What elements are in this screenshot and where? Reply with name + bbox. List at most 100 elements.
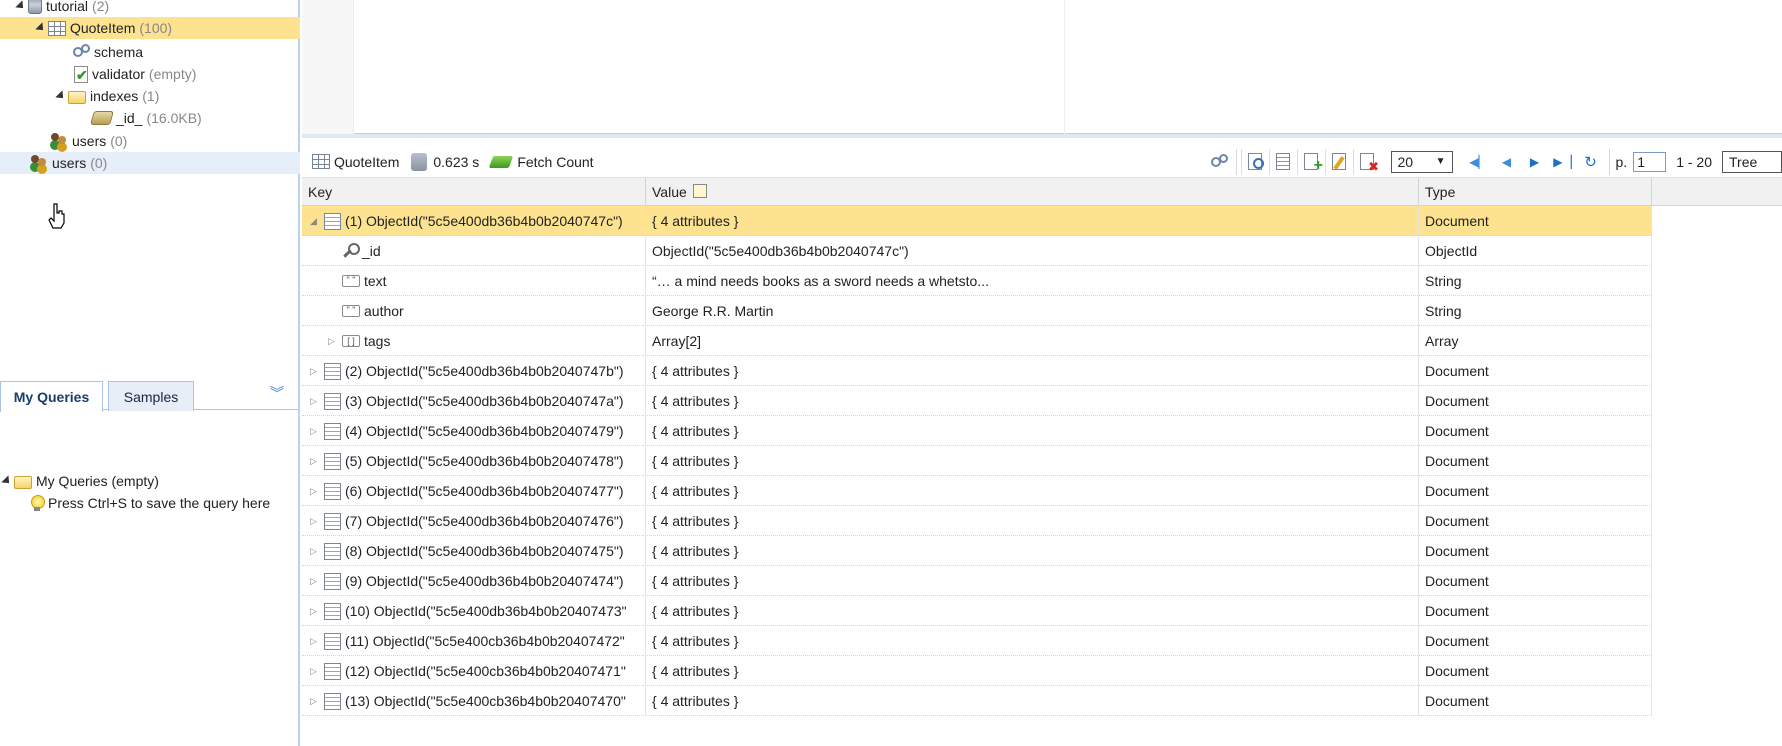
last-page-button[interactable]: ▶▕ (1549, 151, 1577, 173)
add-document-button[interactable] (1296, 148, 1325, 175)
validator-label: validator (92, 66, 145, 82)
edit-document-button[interactable] (1324, 148, 1353, 175)
expand-toggle-icon[interactable] (34, 22, 46, 34)
delete-document-icon (1360, 153, 1379, 175)
column-header-type[interactable]: Type (1419, 178, 1652, 206)
table-row[interactable]: ▷ (8) ObjectId("5c5e400db36b4b0b20407475"… (302, 536, 1652, 566)
first-page-button[interactable]: ◀▏ (1465, 151, 1493, 173)
table-row[interactable]: " " author George R.R. Martin String (302, 296, 1652, 326)
users-count: (0) (90, 155, 108, 171)
tree-users-outer[interactable]: users (0) (0, 152, 300, 174)
document-icon (324, 602, 341, 620)
tab-my-queries[interactable]: My Queries (0, 381, 103, 412)
expand-toggle-icon[interactable]: ▷ (310, 666, 324, 677)
cell-type: Document (1425, 423, 1489, 439)
expand-toggle-icon[interactable] (14, 0, 26, 12)
expand-toggle-icon[interactable]: ▷ (310, 636, 324, 647)
document-icon (324, 662, 341, 680)
cell-type: Document (1425, 573, 1489, 589)
table-row[interactable]: ▷[ ] tags Array[2] Array (302, 326, 1652, 356)
tree-collection-quoteitem[interactable]: QuoteItem (100) (0, 17, 300, 39)
document-icon (324, 632, 341, 650)
page-size-select[interactable]: 20 ▼ (1390, 150, 1453, 173)
collapse-icon[interactable]: ︾ (270, 386, 284, 400)
tree-validator[interactable]: validator (empty) (0, 63, 300, 85)
table-row[interactable]: ▷ (4) ObjectId("5c5e400db36b4b0b20407479"… (302, 416, 1652, 446)
result-toolbar: QuoteItem 0.623 s Fetch Count 20 ▼ ◀▏ ◀ … (302, 146, 1782, 178)
cell-value: ObjectId("5c5e400db36b4b0b2040747c") (652, 243, 909, 259)
tree-schema[interactable]: schema (0, 41, 300, 63)
cell-key: (1) ObjectId("5c5e400db36b4b0b2040747c") (345, 213, 623, 229)
document-icon (324, 392, 341, 410)
schema-icon (1210, 153, 1228, 170)
index-size: (16.0KB) (146, 110, 202, 126)
expand-toggle-icon[interactable]: ▷ (310, 486, 324, 497)
table-row[interactable]: ▷ (11) ObjectId("5c5e400cb36b4b0b20407472… (302, 626, 1652, 656)
tree-users-inner[interactable]: users (0) (0, 130, 300, 152)
expand-toggle-icon[interactable]: ▷ (310, 606, 324, 617)
expand-toggle-icon[interactable]: ▷ (310, 456, 324, 467)
expand-toggle-icon[interactable]: ▷ (310, 516, 324, 527)
tab-samples[interactable]: Samples (108, 381, 194, 411)
refresh-button[interactable]: ↻ (1577, 151, 1605, 173)
prev-page-button[interactable]: ◀ (1493, 151, 1521, 173)
tree-my-queries[interactable]: My Queries (empty) (0, 470, 300, 492)
expand-toggle-icon[interactable]: ▷ (310, 546, 324, 557)
queries-tabbar: My Queries Samples ︾ (0, 378, 298, 412)
table-row[interactable]: ▷ (3) ObjectId("5c5e400db36b4b0b2040747a"… (302, 386, 1652, 416)
expand-toggle-icon[interactable] (0, 475, 12, 487)
table-row[interactable]: ▷ (7) ObjectId("5c5e400db36b4b0b20407476"… (302, 506, 1652, 536)
document-icon (324, 692, 341, 710)
collapse-toggle-icon[interactable]: ◢ (310, 216, 324, 227)
tree-db-tutorial[interactable]: tutorial (2) (0, 0, 300, 17)
column-header-key[interactable]: Key (302, 178, 646, 206)
splitter[interactable] (302, 134, 1782, 138)
cell-value: { 4 attributes } (652, 453, 739, 469)
next-page-button[interactable]: ▶ (1521, 151, 1549, 173)
fetch-icon (489, 155, 514, 168)
table-row[interactable]: " " text “… a mind needs books as a sword… (302, 266, 1652, 296)
schema-view-button[interactable] (1204, 149, 1232, 175)
table-row[interactable]: ◢ (1) ObjectId("5c5e400db36b4b0b2040747c"… (302, 206, 1652, 236)
table-row[interactable]: _id ObjectId("5c5e400db36b4b0b2040747c")… (302, 236, 1652, 266)
expand-toggle-icon[interactable]: ▷ (328, 336, 342, 347)
query-time-value: 0.623 s (433, 153, 480, 170)
query-hint-text: Press Ctrl+S to save the query here (48, 495, 271, 511)
fetch-count-button[interactable]: Fetch Count (489, 153, 594, 170)
page-number-input[interactable]: 1 (1633, 151, 1667, 172)
editor-gutter (302, 0, 354, 134)
expand-toggle-icon[interactable]: ▷ (310, 696, 324, 707)
tree-index-id[interactable]: _id_ (16.0KB) (0, 107, 300, 129)
cell-value: { 4 attributes } (652, 393, 739, 409)
delete-document-button[interactable] (1352, 148, 1381, 175)
cell-value: { 4 attributes } (652, 513, 739, 529)
expand-toggle-icon[interactable] (54, 90, 66, 102)
table-row[interactable]: ▷ (5) ObjectId("5c5e400db36b4b0b20407478"… (302, 446, 1652, 476)
expand-toggle-icon[interactable]: ▷ (310, 396, 324, 407)
cell-value: George R.R. Martin (652, 303, 774, 319)
collection-name: QuoteItem (70, 20, 136, 36)
expand-toggle-icon[interactable]: ▷ (310, 576, 324, 587)
table-row[interactable]: ▷ (10) ObjectId("5c5e400db36b4b0b20407473… (302, 596, 1652, 626)
document-icon (324, 422, 341, 440)
column-header-value[interactable]: Value (646, 178, 1419, 206)
find-document-button[interactable] (1240, 148, 1269, 175)
cell-key: (10) ObjectId("5c5e400db36b4b0b20407473" (345, 603, 627, 619)
add-document-icon (1304, 153, 1323, 175)
string-icon: " " (342, 275, 360, 287)
tree-indexes[interactable]: indexes (1) (0, 85, 300, 107)
table-row[interactable]: ▷ (9) ObjectId("5c5e400db36b4b0b20407474"… (302, 566, 1652, 596)
list-documents-button[interactable] (1268, 148, 1297, 175)
grid-rows: ◢ (1) ObjectId("5c5e400db36b4b0b2040747c"… (302, 206, 1652, 716)
query-editor[interactable] (302, 0, 1782, 134)
edit-document-icon (1332, 153, 1346, 170)
expand-toggle-icon[interactable]: ▷ (310, 426, 324, 437)
table-row[interactable]: ▷ (12) ObjectId("5c5e400cb36b4b0b20407471… (302, 656, 1652, 686)
table-row[interactable]: ▷ (6) ObjectId("5c5e400db36b4b0b20407477"… (302, 476, 1652, 506)
view-mode-select[interactable]: Tree (1722, 150, 1782, 173)
table-row[interactable]: ▷ (13) ObjectId("5c5e400cb36b4b0b20407470… (302, 686, 1652, 716)
fetch-count-label: Fetch Count (517, 153, 594, 170)
table-row[interactable]: ▷ (2) ObjectId("5c5e400db36b4b0b2040747b"… (302, 356, 1652, 386)
expand-toggle-icon[interactable]: ▷ (310, 366, 324, 377)
left-panel: tutorial (2) QuoteItem (100) schema vali… (0, 0, 300, 746)
